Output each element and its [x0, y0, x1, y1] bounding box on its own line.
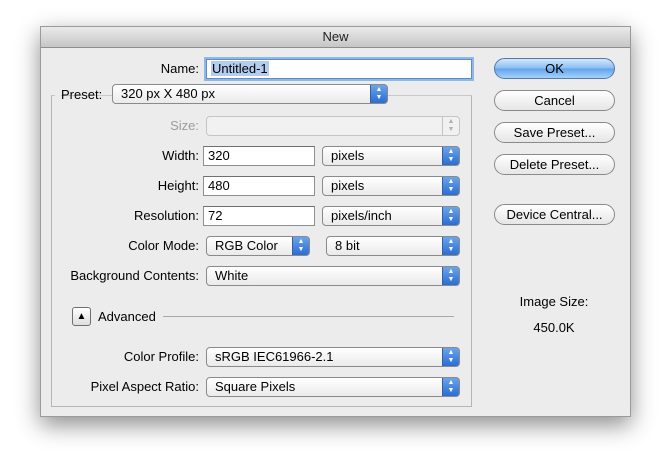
window-title: New	[41, 27, 630, 48]
width-unit-popup[interactable]: pixels ▲ ▼	[322, 146, 460, 166]
triangle-up-icon: ▲	[76, 311, 87, 322]
advanced-toggle-button[interactable]: ▲	[72, 307, 91, 326]
preset-label: Preset:	[61, 87, 103, 102]
name-field[interactable]: Untitled-1	[206, 59, 472, 79]
image-size-value: 450.0K	[533, 320, 575, 335]
height-label: Height:	[157, 178, 199, 193]
color-profile-value: sRGB IEC61966-2.1	[215, 349, 334, 364]
color-mode-popup[interactable]: RGB Color ▲ ▼	[206, 236, 310, 256]
advanced-label: Advanced	[98, 309, 156, 324]
updown-arrows-icon: ▲ ▼	[442, 267, 459, 285]
name-value: Untitled-1	[211, 61, 269, 76]
background-contents-value: White	[215, 268, 249, 283]
preset-value: 320 px X 480 px	[121, 86, 215, 101]
color-mode-value: RGB Color	[215, 238, 278, 253]
save-preset-button[interactable]: Save Preset...	[494, 122, 615, 143]
pixel-aspect-ratio-label: Pixel Aspect Ratio:	[90, 379, 199, 394]
bit-depth-value: 8 bit	[335, 238, 360, 253]
resolution-unit-value: pixels/inch	[331, 208, 392, 223]
image-size-label: Image Size:	[519, 294, 589, 309]
updown-arrows-icon: ▲ ▼	[442, 378, 459, 396]
updown-arrows-icon: ▲ ▼	[442, 147, 459, 165]
device-central-button[interactable]: Device Central...	[494, 204, 615, 225]
color-mode-label: Color Mode:	[128, 238, 199, 253]
resolution-unit-popup[interactable]: pixels/inch ▲ ▼	[322, 206, 460, 226]
advanced-divider	[163, 316, 454, 317]
updown-arrows-icon: ▲ ▼	[442, 348, 459, 366]
preset-popup[interactable]: 320 px X 480 px ▲ ▼	[112, 84, 388, 104]
delete-preset-button[interactable]: Delete Preset...	[494, 154, 615, 175]
preset-row: Preset:	[55, 84, 102, 106]
height-unit-popup[interactable]: pixels ▲ ▼	[322, 176, 460, 196]
background-contents-label: Background Contents:	[70, 268, 199, 283]
color-profile-popup[interactable]: sRGB IEC61966-2.1 ▲ ▼	[206, 347, 460, 367]
width-label: Width:	[162, 148, 199, 163]
background-contents-popup[interactable]: White ▲ ▼	[206, 266, 460, 286]
color-profile-label: Color Profile:	[123, 349, 199, 364]
new-document-dialog: New Name: Untitled-1 Preset: 320 px X 48…	[40, 26, 631, 417]
pixel-aspect-ratio-popup[interactable]: Square Pixels ▲ ▼	[206, 377, 460, 397]
bit-depth-popup[interactable]: 8 bit ▲ ▼	[326, 236, 460, 256]
updown-arrows-icon: ▲ ▼	[442, 207, 459, 225]
updown-arrows-icon: ▲ ▼	[442, 117, 459, 135]
updown-arrows-icon: ▲ ▼	[442, 177, 459, 195]
height-field[interactable]: 480	[203, 176, 315, 196]
cancel-button[interactable]: Cancel	[494, 90, 615, 111]
size-popup: ▲ ▼	[206, 116, 460, 136]
updown-arrows-icon: ▲ ▼	[442, 237, 459, 255]
size-label: Size:	[170, 118, 199, 133]
resolution-field[interactable]: 72	[203, 206, 315, 226]
ok-button[interactable]: OK	[494, 58, 615, 79]
resolution-label: Resolution:	[133, 208, 199, 223]
updown-arrows-icon: ▲ ▼	[292, 237, 309, 255]
width-field[interactable]: 320	[203, 146, 315, 166]
width-unit-value: pixels	[331, 148, 365, 163]
updown-arrows-icon: ▲ ▼	[370, 85, 387, 103]
pixel-aspect-ratio-value: Square Pixels	[215, 379, 296, 394]
name-label: Name:	[160, 61, 199, 76]
height-unit-value: pixels	[331, 178, 365, 193]
